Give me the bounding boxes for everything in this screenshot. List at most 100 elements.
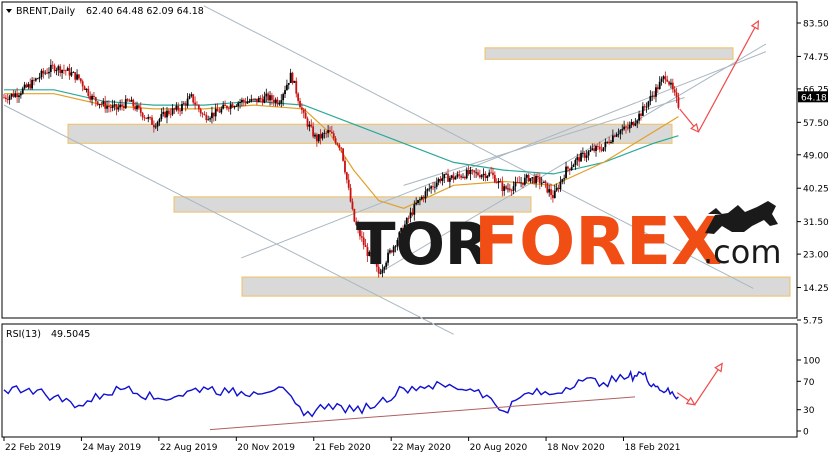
candle-body: [342, 148, 344, 161]
candle-body: [197, 105, 200, 110]
candle-body: [218, 111, 221, 113]
candle-body: [209, 118, 211, 120]
candle-body: [152, 124, 155, 128]
candle-body: [19, 93, 22, 96]
brent-chart: TOR FOREX .com 83.50 74.75 66.25 57.50 49.00…: [0, 0, 838, 458]
candle-body: [233, 106, 236, 108]
candle-body: [306, 118, 309, 127]
candle-body: [48, 71, 50, 74]
candle-body: [334, 138, 337, 144]
candle-body: [662, 76, 665, 79]
candle-body: [109, 107, 112, 108]
candle-body: [192, 94, 195, 103]
candle-body: [117, 107, 120, 110]
candle-body: [670, 82, 672, 85]
candle-body: [6, 99, 9, 100]
candle-body: [338, 144, 341, 148]
candle-body: [293, 80, 296, 83]
candle-body: [522, 182, 524, 185]
candle-body: [166, 110, 168, 118]
candle-body: [538, 177, 541, 184]
candle-body: [473, 170, 476, 173]
candle-body: [608, 141, 611, 143]
candle-body: [139, 107, 142, 113]
candle-body: [497, 181, 500, 183]
candle-body: [596, 146, 599, 147]
candle-body: [25, 84, 28, 88]
candle-body: [220, 108, 223, 113]
candle-body: [126, 99, 129, 101]
candle-body: [495, 182, 498, 184]
candle-body: [467, 170, 470, 175]
rsi-name-label: RSI(13): [6, 329, 41, 340]
candle-body: [563, 178, 566, 180]
candle-body: [533, 177, 536, 184]
candle-body: [581, 152, 584, 154]
candle-body: [201, 113, 204, 115]
candle-body: [602, 147, 605, 151]
candle-body: [520, 182, 522, 184]
candle-body: [312, 126, 315, 137]
candle-body: [353, 209, 356, 222]
candle-body: [212, 112, 215, 117]
candle-body: [72, 72, 75, 73]
candle-body: [55, 70, 58, 72]
candle-body: [44, 72, 47, 74]
candle-body: [98, 104, 101, 105]
candle-body: [184, 103, 187, 106]
candle-body: [516, 181, 519, 183]
candle-body: [512, 186, 515, 191]
candle-body: [276, 99, 279, 105]
candle-body: [308, 124, 311, 127]
candle-body: [445, 173, 448, 175]
price-tick-label: 5.75: [803, 317, 823, 327]
candle-body: [123, 105, 125, 109]
candle-body: [542, 181, 545, 183]
candle-body: [568, 168, 571, 170]
candle-body: [137, 105, 140, 108]
candle-body: [42, 70, 45, 74]
candle-body: [94, 97, 97, 102]
watermark-forex: FOREX: [474, 203, 722, 280]
candle-body: [525, 174, 528, 178]
candle-body: [179, 110, 182, 112]
candle-body: [162, 111, 165, 115]
candle-body: [583, 152, 586, 158]
price-tick-label: 49.00: [803, 151, 829, 161]
candle-body: [482, 173, 485, 176]
candle-body: [349, 187, 352, 202]
candle-body: [640, 113, 642, 116]
candle-body: [8, 96, 11, 100]
candle-body: [628, 124, 631, 129]
candle-body: [10, 93, 13, 97]
candle-body: [167, 110, 170, 114]
candle-body: [477, 172, 479, 176]
candle-body: [265, 93, 268, 97]
candle-body: [287, 82, 290, 85]
candle-body: [625, 126, 627, 128]
candle-body: [634, 123, 637, 126]
candle-body: [239, 102, 241, 103]
candle-body: [518, 182, 521, 184]
candle-body: [274, 99, 277, 103]
candle-body: [550, 189, 552, 196]
candle-body: [623, 126, 626, 130]
rsi-tick-label: 100: [803, 357, 820, 367]
candle-body: [636, 120, 639, 124]
candle-body: [499, 181, 502, 183]
candle-body: [14, 93, 17, 97]
candle-body: [46, 72, 48, 74]
candle-body: [81, 81, 84, 87]
candle-body: [53, 65, 56, 72]
candle-body: [330, 131, 333, 134]
candle-body: [36, 78, 39, 80]
candle-body: [130, 99, 133, 102]
candle-body: [158, 119, 161, 123]
candle-body: [493, 175, 496, 183]
candle-body: [615, 134, 618, 137]
candle-body: [79, 78, 82, 82]
candle-body: [12, 93, 15, 97]
candle-body: [173, 108, 176, 110]
last-price-marker: 64.18: [798, 91, 828, 103]
price-axis: 83.5074.7566.2557.5049.0040.2531.5023.00…: [797, 20, 829, 327]
